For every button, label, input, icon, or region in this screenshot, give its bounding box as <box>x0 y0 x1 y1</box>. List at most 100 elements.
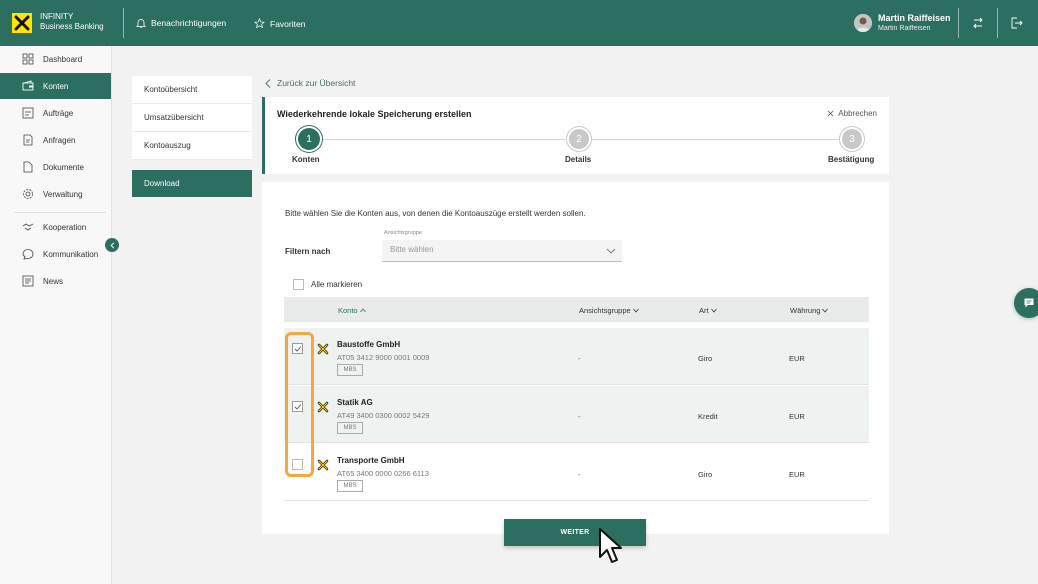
chevron-down-icon <box>710 308 717 313</box>
submenu-item-download[interactable]: Download <box>132 170 252 197</box>
column-header-art[interactable]: Art <box>699 306 717 315</box>
chat-icon <box>22 249 34 260</box>
sidebar: Dashboard Konten Aufträge Anfragen Dokum… <box>0 46 112 584</box>
step-3-indicator: 3 <box>842 129 862 149</box>
sidebar-item-label: Konten <box>43 81 69 91</box>
select-all-checkbox[interactable] <box>293 279 304 290</box>
table-header: Konto Ansichtsgruppe Art Währung <box>284 297 869 322</box>
instruction-text: Bitte wählen Sie die Konten aus, von den… <box>285 209 586 218</box>
sidebar-item-label: Kooperation <box>43 222 87 232</box>
step-connector <box>321 139 565 140</box>
collapse-sidebar-button[interactable] <box>105 238 119 252</box>
notifications-label: Benachrichtigungen <box>151 18 227 28</box>
submenu-item-kontoauszug[interactable]: Kontoauszug <box>132 132 252 160</box>
sidebar-item-label: Verwaltung <box>43 189 83 199</box>
column-header-label: Art <box>699 306 709 315</box>
brand-line-1: INFINITY <box>40 12 74 21</box>
account-name: Baustoffe GmbH <box>337 340 401 349</box>
filter-label: Filtern nach <box>285 247 331 256</box>
brand-line-2: Business Banking <box>40 22 104 31</box>
back-link-label: Zurück zur Übersicht <box>277 78 356 88</box>
cancel-button[interactable]: Abbrechen <box>827 109 877 118</box>
account-type: Kredit <box>698 412 718 421</box>
column-header-ansichtsgruppe[interactable]: Ansichtsgruppe <box>579 306 639 315</box>
notifications-button[interactable]: Benachrichtigungen <box>136 18 226 28</box>
divider <box>958 8 959 38</box>
chevron-down-icon <box>632 308 639 313</box>
chevron-down-icon <box>606 248 616 254</box>
sidebar-item-label: Aufträge <box>43 108 74 118</box>
raiffeisen-logo-icon[interactable] <box>12 13 32 33</box>
cancel-label: Abbrechen <box>838 109 877 118</box>
account-name: Transporte GmbH <box>337 456 405 465</box>
view-group-select[interactable]: Bitte wählen <box>382 240 622 262</box>
raiffeisen-logo-icon <box>317 343 329 355</box>
step-1-indicator: 1 <box>298 128 320 150</box>
sidebar-item-kommunikation[interactable]: Kommunikation <box>0 241 111 267</box>
sidebar-item-dashboard[interactable]: Dashboard <box>0 46 111 72</box>
raiffeisen-logo-icon <box>317 459 329 471</box>
user-name[interactable]: Martin Raiffeisen <box>878 13 951 23</box>
dashboard-icon <box>22 53 34 65</box>
logout-icon[interactable] <box>1008 15 1024 31</box>
step-3-label: Bestätigung <box>828 155 875 164</box>
chat-icon <box>1024 298 1034 308</box>
step-2-label: Details <box>565 155 592 164</box>
step-connector <box>591 139 839 140</box>
table-row[interactable]: Statik AG AT49 3400 0300 0002 5429 MBS -… <box>284 386 869 443</box>
chat-support-button[interactable] <box>1014 288 1038 318</box>
account-badge: MBS <box>337 422 363 434</box>
column-header-waehrung[interactable]: Währung <box>790 306 829 315</box>
account-type: Giro <box>698 354 713 363</box>
step-2-indicator: 2 <box>569 129 589 149</box>
settings-icon <box>23 189 33 199</box>
column-header-konto[interactable]: Konto <box>338 306 366 315</box>
sidebar-item-konten[interactable]: Konten <box>0 73 111 99</box>
favorites-button[interactable]: Favoriten <box>254 18 305 29</box>
sidebar-item-label: Anfragen <box>43 135 76 145</box>
account-group: - <box>578 412 581 421</box>
sidebar-item-label: Dashboard <box>43 54 83 64</box>
request-icon <box>23 134 33 146</box>
mouse-cursor-icon <box>599 528 622 563</box>
submenu-item-kontouebersicht[interactable]: Kontoübersicht <box>132 76 252 104</box>
select-placeholder: Bitte wählen <box>390 245 434 254</box>
account-group: - <box>578 470 581 479</box>
star-icon <box>254 18 265 29</box>
chevron-up-icon <box>359 308 366 313</box>
sidebar-item-news[interactable]: News <box>0 268 111 294</box>
account-group: - <box>578 354 581 363</box>
column-header-label: Währung <box>790 306 821 315</box>
submenu-item-umsatzuebersicht[interactable]: Umsatzübersicht <box>132 104 252 132</box>
sidebar-item-anfragen[interactable]: Anfragen <box>0 127 111 153</box>
select-all-label: Alle markieren <box>311 280 363 289</box>
column-header-label: Konto <box>338 306 358 315</box>
account-name: Statik AG <box>337 398 373 407</box>
account-currency: EUR <box>789 470 805 479</box>
avatar[interactable] <box>854 14 872 32</box>
chevron-down-icon <box>822 308 829 313</box>
sidebar-item-auftraege[interactable]: Aufträge <box>0 100 111 126</box>
sidebar-item-verwaltung[interactable]: Verwaltung <box>0 181 111 207</box>
sidebar-item-kooperation[interactable]: Kooperation <box>0 214 111 240</box>
sidebar-item-dokumente[interactable]: Dokumente <box>0 154 111 180</box>
continue-button[interactable]: WEITER <box>504 519 646 546</box>
switch-arrows-icon[interactable] <box>970 15 986 31</box>
app-brand: INFINITY Business Banking <box>40 12 104 32</box>
wizard-header: Wiederkehrende lokale Speicherung erstel… <box>262 97 889 174</box>
divider <box>123 8 124 38</box>
user-company: Martin Raiffeisen <box>878 25 931 32</box>
divider <box>997 8 998 38</box>
table-row[interactable]: Transporte GmbH AT65 3400 0000 0266 6113… <box>284 444 869 501</box>
back-link[interactable]: Zurück zur Übersicht <box>265 78 355 88</box>
account-badge: MBS <box>337 364 363 376</box>
news-icon <box>22 275 34 287</box>
chevron-left-icon <box>110 242 114 248</box>
table-row[interactable]: Baustoffe GmbH AT05 3412 9000 0001 0009 … <box>284 328 869 385</box>
checkbox-highlight-frame <box>285 332 314 477</box>
account-currency: EUR <box>789 354 805 363</box>
step-1-label: Konten <box>292 155 320 164</box>
transfer-icon <box>22 107 34 119</box>
sidebar-item-label: News <box>43 276 64 286</box>
raiffeisen-logo-icon <box>317 401 329 413</box>
